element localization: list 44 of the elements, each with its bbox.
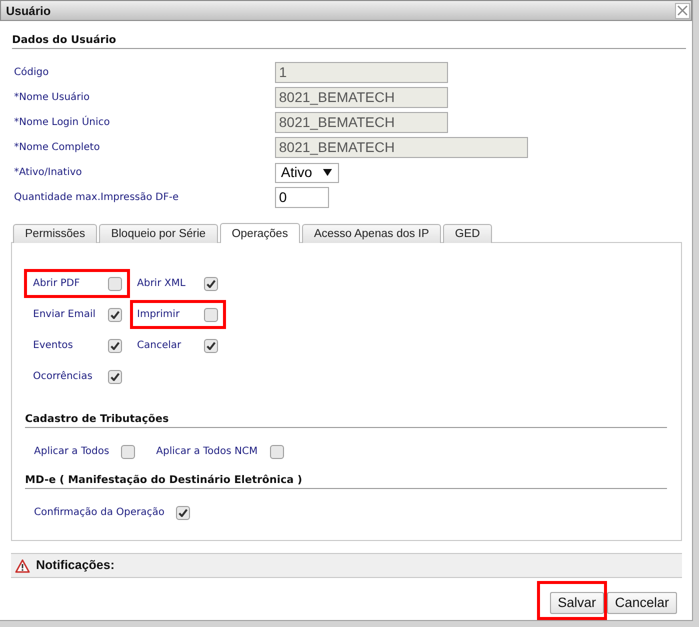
- field-label: *Nome Completo: [14, 141, 101, 155]
- checkbox[interactable]: [204, 338, 218, 352]
- option-label: Abrir XML: [137, 277, 186, 291]
- window-title: Usuário: [6, 4, 51, 18]
- checkbox[interactable]: [108, 308, 122, 322]
- option-label: Cancelar: [137, 339, 182, 353]
- option-label: Ocorrências: [33, 370, 94, 384]
- option-label: Enviar Email: [33, 308, 97, 322]
- field-label: Código: [14, 66, 50, 80]
- checkbox[interactable]: [176, 506, 190, 520]
- status-dropdown[interactable]: Ativo: [275, 162, 339, 182]
- close-button[interactable]: [675, 2, 690, 18]
- section-heading: MD-e ( Manifestação do Destinário Eletrônica ): [25, 474, 667, 489]
- field-label: *Nome Login Único: [14, 115, 111, 130]
- checkbox[interactable]: [270, 444, 284, 458]
- checkbox[interactable]: [204, 308, 218, 322]
- field-label: *Ativo/Inativo: [14, 166, 83, 180]
- action-button[interactable]: Salvar: [550, 592, 604, 614]
- action-button[interactable]: Cancelar: [606, 592, 677, 614]
- field-label: *Nome Usuário: [14, 91, 91, 105]
- section-heading: Dados do Usuário: [12, 34, 686, 49]
- notification-label: Notificações:: [36, 557, 114, 574]
- section-heading: Cadastro de Tributações: [25, 413, 667, 428]
- checkbox[interactable]: [121, 444, 136, 458]
- warning-icon: [15, 558, 30, 573]
- option-label: Eventos: [33, 339, 74, 353]
- option-label: Aplicar a Todos: [34, 445, 110, 459]
- checkbox[interactable]: [108, 276, 122, 290]
- tab[interactable]: Permissões: [13, 224, 98, 243]
- checkbox[interactable]: [108, 370, 122, 384]
- option-label: Abrir PDF: [33, 277, 81, 291]
- tab[interactable]: Operações: [220, 223, 300, 243]
- close-icon: [677, 5, 688, 16]
- tab[interactable]: Acesso Apenas dos IP: [302, 224, 442, 243]
- field-label: Quantidade max.Impressão DF-e: [14, 191, 180, 205]
- checkbox[interactable]: [108, 338, 122, 352]
- option-label: Aplicar a Todos NCM: [156, 445, 258, 459]
- option-label: Imprimir: [137, 308, 181, 322]
- text-field[interactable]: 0: [275, 187, 329, 208]
- caret-icon: [323, 169, 332, 176]
- option-label: Confirmação da Operação: [34, 506, 164, 520]
- tab[interactable]: GED: [443, 224, 492, 243]
- tab[interactable]: Bloqueio por Série: [99, 224, 218, 243]
- checkbox[interactable]: [204, 276, 218, 290]
